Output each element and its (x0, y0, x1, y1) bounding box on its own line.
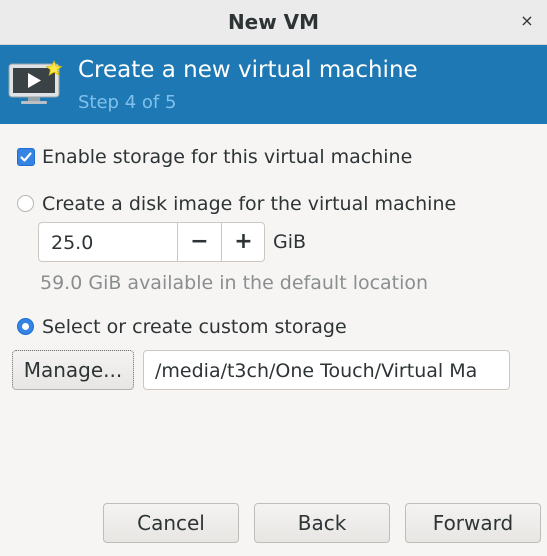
close-button[interactable]: × (515, 9, 539, 33)
cancel-button[interactable]: Cancel (103, 503, 239, 543)
back-button[interactable]: Back (254, 503, 390, 543)
title-bar: New VM × (0, 0, 547, 45)
decrease-size-button[interactable]: − (177, 223, 221, 261)
available-space-text: 59.0 GiB available in the default locati… (40, 272, 429, 294)
close-icon: × (520, 11, 534, 30)
storage-path-text: /media/t3ch/One Touch/Virtual Ma (155, 360, 478, 382)
disk-size-spinner[interactable]: 25.0 − + (38, 222, 265, 262)
wizard-header: Create a new virtual machine Step 4 of 5 (0, 45, 547, 124)
forward-button[interactable]: Forward (405, 503, 541, 543)
manage-storage-button[interactable]: Manage... (12, 350, 134, 390)
create-disk-image-label[interactable]: Create a disk image for the virtual mach… (42, 193, 456, 215)
wizard-title: Create a new virtual machine (78, 57, 418, 83)
create-disk-image-radio[interactable] (17, 195, 34, 212)
custom-storage-label[interactable]: Select or create custom storage (42, 316, 347, 338)
virtual-machine-monitor-icon (8, 59, 64, 107)
window-title: New VM (227, 10, 320, 34)
disk-size-unit: GiB (273, 231, 307, 253)
checkmark-icon (20, 152, 32, 162)
wizard-step-indicator: Step 4 of 5 (78, 92, 177, 113)
custom-storage-radio[interactable] (17, 318, 34, 335)
storage-path-input[interactable]: /media/t3ch/One Touch/Virtual Ma (143, 350, 510, 390)
disk-size-value[interactable]: 25.0 (51, 232, 93, 254)
plus-icon: + (234, 229, 253, 254)
increase-size-button[interactable]: + (221, 223, 264, 261)
enable-storage-label[interactable]: Enable storage for this virtual machine (42, 146, 412, 168)
enable-storage-checkbox[interactable] (17, 148, 35, 166)
minus-icon: − (190, 229, 209, 254)
